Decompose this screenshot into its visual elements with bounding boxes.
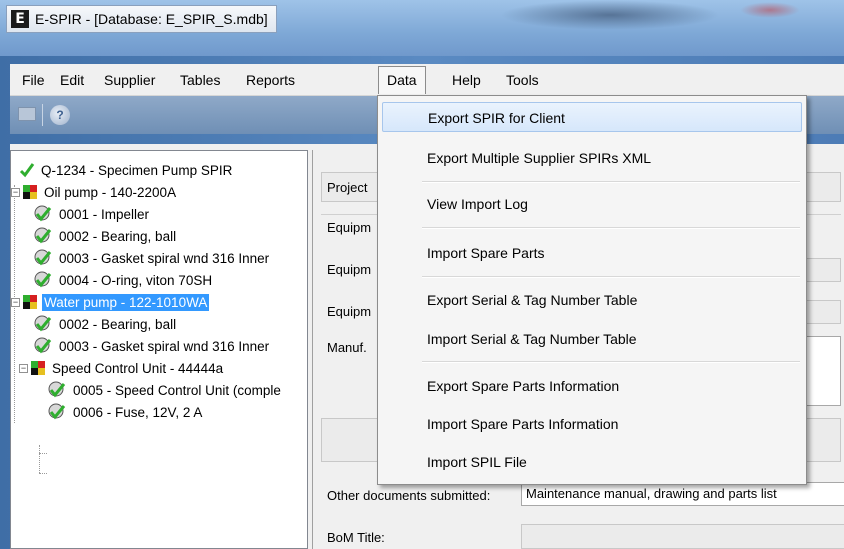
spare-part-icon (33, 315, 53, 333)
equipment-field-label: Equipm (327, 262, 372, 277)
titlebar-blur (500, 0, 720, 30)
part-label: 0005 - Speed Control Unit (comple (73, 382, 281, 398)
tree-part[interactable]: 0003 - Gasket spiral wnd 316 Inner (33, 335, 271, 357)
tree-part[interactable]: 0006 - Fuse, 12V, 2 A (47, 401, 204, 423)
menu-separator (422, 361, 800, 363)
tree-part[interactable]: 0002 - Bearing, ball (33, 225, 178, 247)
collapse-icon[interactable]: − (19, 363, 28, 373)
spare-part-icon (47, 403, 67, 421)
menu-item-view-import-log[interactable]: View Import Log (382, 189, 802, 219)
menu-item-import-serial-tag[interactable]: Import Serial & Tag Number Table (382, 324, 802, 354)
other-docs-field[interactable]: Maintenance manual, drawing and parts li… (521, 482, 844, 506)
menu-separator (422, 227, 800, 229)
manuf-label: Manuf. (327, 340, 367, 355)
window-title: E E-SPIR - [Database: E_SPIR_S.mdb] (6, 5, 277, 33)
collapse-icon[interactable]: − (11, 187, 20, 197)
equipment-label: Oil pump - 140-2200A (44, 184, 177, 200)
menu-separator (422, 181, 800, 183)
bom-title-field[interactable] (521, 524, 844, 549)
spare-part-icon (33, 249, 53, 267)
menu-tables[interactable]: Tables (174, 70, 226, 90)
collapse-icon[interactable]: − (11, 297, 20, 307)
menu-item-import-spare-parts-info[interactable]: Import Spare Parts Information (382, 409, 802, 439)
spare-part-icon (33, 337, 53, 355)
tree-connector (39, 445, 40, 473)
part-label: 0003 - Gasket spiral wnd 316 Inner (59, 338, 270, 354)
equipment-label: Water pump - 122-1010WA (42, 293, 210, 311)
open-folder-icon[interactable] (18, 107, 36, 121)
part-label: 0002 - Bearing, ball (59, 228, 177, 244)
spare-part-icon (33, 271, 53, 289)
app-icon: E (11, 10, 29, 28)
spare-part-icon (47, 381, 67, 399)
equipment-label: Speed Control Unit - 44444a (52, 360, 224, 376)
equipment-field-label-2: Equipm (327, 304, 372, 319)
menu-item-export-spir-client[interactable]: Export SPIR for Client (382, 102, 802, 132)
project-label: Project (327, 180, 368, 195)
titlebar-blur-red (740, 2, 800, 18)
tree-part[interactable]: 0004 - O-ring, viton 70SH (33, 269, 214, 291)
other-docs-label: Other documents submitted: (327, 488, 491, 503)
menu-file[interactable]: File (16, 70, 51, 90)
equipment-icon (23, 185, 37, 199)
check-icon (19, 162, 35, 178)
data-menu-dropdown: Export SPIR for Client Export Multiple S… (377, 95, 807, 485)
tree-part[interactable]: 0005 - Speed Control Unit (comple (47, 379, 283, 401)
help-icon[interactable]: ? (50, 105, 70, 125)
tree-equipment[interactable]: − Speed Control Unit - 44444a (19, 357, 225, 379)
tree-equipment[interactable]: − Water pump - 122-1010WA (11, 291, 210, 313)
part-label: 0003 - Gasket spiral wnd 316 Inner (59, 250, 270, 266)
equipment-icon (23, 295, 37, 309)
tree-connector (39, 453, 47, 454)
menu-item-export-spare-parts-info[interactable]: Export Spare Parts Information (382, 371, 802, 401)
menu-item-export-serial-tag[interactable]: Export Serial & Tag Number Table (382, 285, 802, 315)
spir-tree[interactable]: Q-1234 - Specimen Pump SPIR − Oil pump -… (10, 150, 308, 549)
menu-tools[interactable]: Tools (500, 70, 545, 90)
menu-edit[interactable]: Edit (54, 70, 90, 90)
menu-item-import-spil-file[interactable]: Import SPIL File (382, 447, 802, 477)
tree-root[interactable]: Q-1234 - Specimen Pump SPIR (19, 159, 234, 181)
tree-part[interactable]: 0003 - Gasket spiral wnd 316 Inner (33, 247, 271, 269)
tree-part[interactable]: 0001 - Impeller (33, 203, 151, 225)
equipment-group-label: Equipm (327, 220, 372, 235)
menu-item-export-multiple-xml[interactable]: Export Multiple Supplier SPIRs XML (382, 143, 802, 173)
part-label: 0004 - O-ring, viton 70SH (59, 272, 213, 288)
other-docs-value: Maintenance manual, drawing and parts li… (526, 486, 777, 501)
toolbar-separator (42, 104, 43, 126)
part-label: 0001 - Impeller (59, 206, 150, 222)
bom-title-label: BoM Title: (327, 530, 385, 545)
tree-part[interactable]: 0002 - Bearing, ball (33, 313, 178, 335)
title-bar: E E-SPIR - [Database: E_SPIR_S.mdb] (0, 0, 844, 56)
part-label: 0002 - Bearing, ball (59, 316, 177, 332)
spare-part-icon (33, 227, 53, 245)
spare-part-icon (33, 205, 53, 223)
menu-reports[interactable]: Reports (240, 70, 301, 90)
part-label: 0006 - Fuse, 12V, 2 A (73, 404, 203, 420)
menu-data[interactable]: Data (378, 66, 426, 94)
menu-bar: File Edit Supplier Tables Reports Data H… (10, 64, 844, 96)
menu-help[interactable]: Help (446, 70, 487, 90)
equipment-icon (31, 361, 45, 375)
menu-supplier[interactable]: Supplier (98, 70, 161, 90)
menu-separator (422, 276, 800, 278)
menu-item-import-spare-parts[interactable]: Import Spare Parts (382, 238, 802, 268)
tree-connector (39, 473, 47, 474)
tree-root-label: Q-1234 - Specimen Pump SPIR (41, 162, 233, 178)
tree-equipment[interactable]: − Oil pump - 140-2200A (11, 181, 178, 203)
window-title-text: E-SPIR - [Database: E_SPIR_S.mdb] (35, 11, 268, 27)
